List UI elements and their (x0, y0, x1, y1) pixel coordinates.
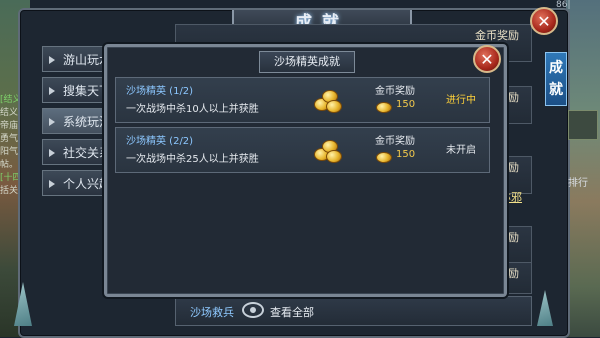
tab-achievement[interactable]: 成就 (545, 52, 567, 106)
reward-amount: 150 (396, 149, 416, 160)
gold-coins-icon (312, 134, 342, 164)
expand-arrow-icon (49, 87, 55, 95)
menu-item-sightseeing[interactable]: 游山玩水 (42, 46, 108, 72)
menu-item-personal-interest[interactable]: 个人兴趣 (42, 170, 108, 196)
menu-item-social[interactable]: 社交关系 (42, 139, 108, 165)
status-text: 进行中 (446, 95, 476, 106)
reward-amount: 150 (396, 99, 416, 110)
footer-category-label: 沙场救兵 (190, 306, 234, 319)
reward-label: 金币奖励 (375, 136, 415, 147)
category-menu: 游山玩水 搜集天下 系统玩法 社交关系 个人兴趣 (42, 46, 108, 201)
expand-arrow-icon (49, 149, 55, 157)
expand-arrow-icon (49, 118, 55, 126)
close-window-button[interactable]: ✕ (530, 7, 558, 35)
view-all-button[interactable]: 查看全部 (270, 304, 314, 320)
menu-item-label: 社交关系 (63, 146, 108, 160)
achievement-title: 沙场精英 (2/2) (126, 136, 194, 147)
expand-arrow-icon (49, 180, 55, 188)
menu-item-label: 系统玩法 (63, 115, 108, 129)
game-world-right-edge (566, 0, 600, 337)
menu-item-label: 搜集天下 (63, 84, 108, 98)
achievement-title: 沙场精英 (1/2) (126, 86, 194, 97)
reward-label: 金币奖励 (375, 86, 415, 97)
game-hud-icon[interactable] (568, 110, 598, 140)
coin-icon (376, 102, 392, 113)
eye-icon[interactable] (242, 302, 264, 318)
close-popup-button[interactable]: ✕ (473, 45, 501, 73)
achievement-description: 一次战场中杀25人以上并获胜 (126, 154, 259, 165)
menu-item-system-gameplay[interactable]: 系统玩法 (42, 108, 108, 134)
elite-achievement-popup: 沙场精英成就 ✕ 沙场精英 (1/2) 一次战场中杀10人以上并获胜 金币奖励 … (104, 44, 507, 297)
menu-item-label: 个人兴趣 (63, 177, 108, 191)
coin-icon (376, 152, 392, 163)
expand-arrow-icon (49, 56, 55, 64)
menu-item-collect[interactable]: 搜集天下 (42, 77, 108, 103)
achievement-card[interactable]: 沙场精英 (1/2) 一次战场中杀10人以上并获胜 金币奖励 150 进行中 (115, 77, 490, 123)
status-text: 未开启 (446, 145, 476, 156)
achievement-card[interactable]: 沙场精英 (2/2) 一次战场中杀25人以上并获胜 金币奖励 150 未开启 (115, 127, 490, 173)
reward-label: 金币奖励 (475, 29, 519, 42)
achievement-description: 一次战场中杀10人以上并获胜 (126, 104, 259, 115)
corner-text: 86| (556, 0, 571, 10)
category-footer: 沙场救兵 查看全部 (175, 296, 532, 326)
gold-coins-icon (312, 84, 342, 114)
menu-item-label: 游山玩水 (63, 53, 108, 67)
popup-title: 沙场精英成就 (259, 51, 355, 73)
rank-label[interactable]: 排行 (568, 174, 588, 189)
